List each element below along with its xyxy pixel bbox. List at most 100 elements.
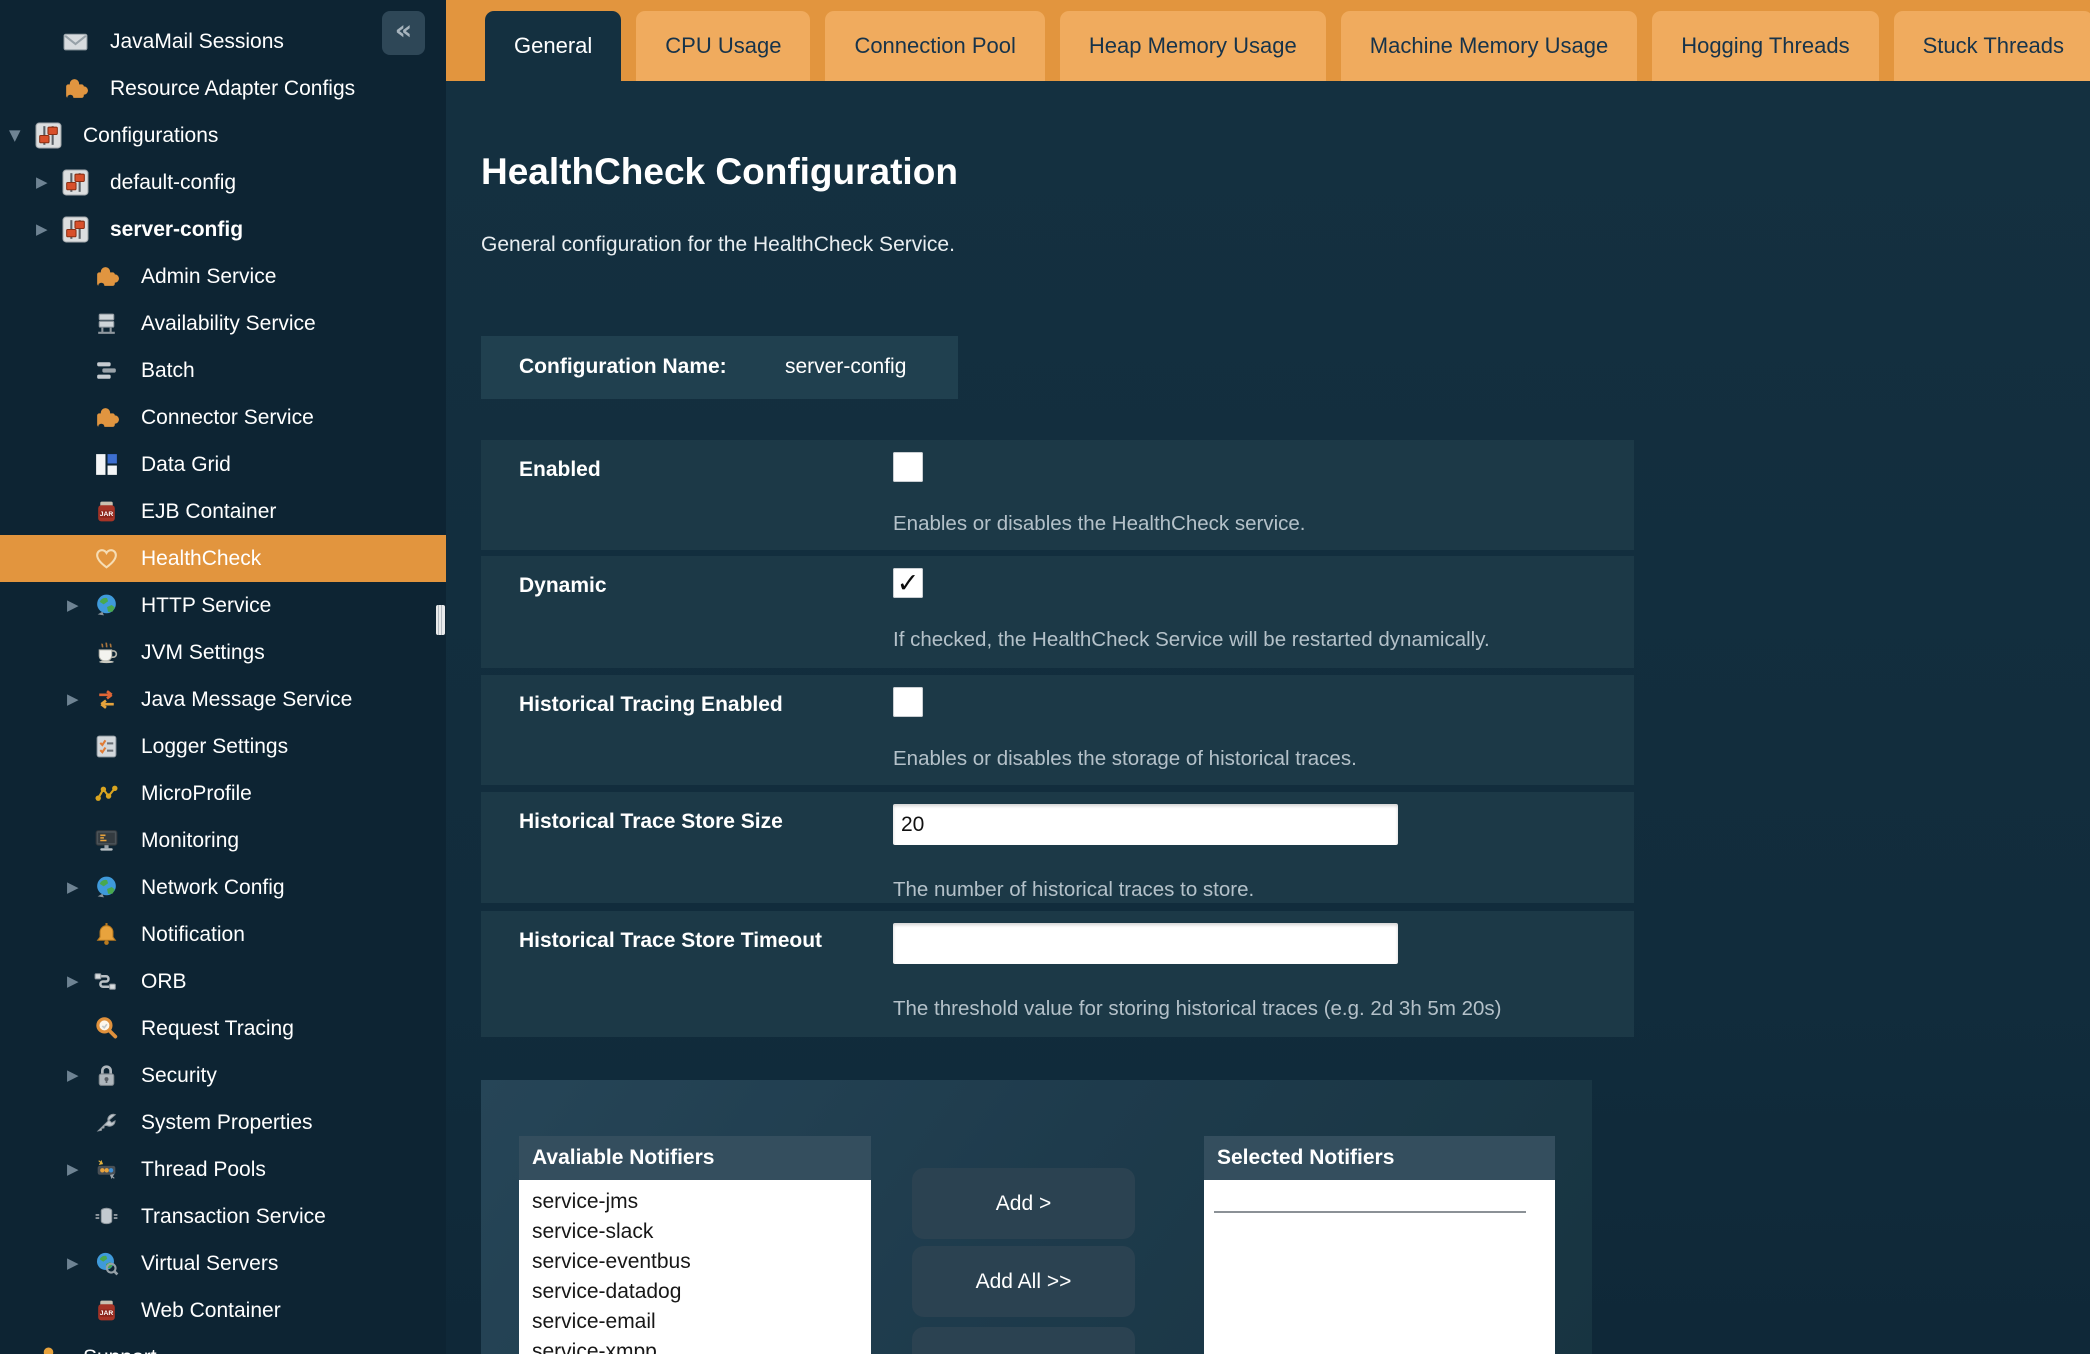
sidebar-item-ejb-container[interactable]: JAREJB Container: [0, 488, 446, 535]
sidebar-item-jvm-settings[interactable]: JVM Settings: [0, 629, 446, 676]
sidebar-item-label: Virtual Servers: [141, 1252, 278, 1276]
sidebar-item-microprofile[interactable]: MicroProfile: [0, 770, 446, 817]
sidebar-item-label: Thread Pools: [141, 1158, 266, 1182]
sidebar-item-notification[interactable]: Notification: [0, 911, 446, 958]
sidebar-item-transaction-service[interactable]: Transaction Service: [0, 1193, 446, 1240]
field-label: Enabled: [519, 458, 601, 482]
tab-cpu-usage[interactable]: CPU Usage: [636, 11, 810, 81]
expander-collapsed-icon[interactable]: ▶: [67, 1162, 79, 1177]
sidebar-item-resource-adapter-configs[interactable]: Resource Adapter Configs: [0, 65, 446, 112]
dynamic-checkbox[interactable]: ✓: [893, 568, 923, 598]
sidebar-item-virtual-servers[interactable]: ▶ Virtual Servers: [0, 1240, 446, 1287]
sidebar-item-thread-pools[interactable]: ▶ Thread Pools: [0, 1146, 446, 1193]
expander-collapsed-icon[interactable]: ▶: [67, 1068, 79, 1083]
config-icon: [35, 122, 62, 149]
sidebar-item-default-config[interactable]: ▶ default-config: [0, 159, 446, 206]
tab-connection-pool[interactable]: Connection Pool: [825, 11, 1044, 81]
historical-tracing-enabled-checkbox[interactable]: [893, 687, 923, 717]
form-row-historical-trace-store-timeout: Historical Trace Store Timeout The thresh…: [481, 911, 1634, 1037]
sidebar-collapse-button[interactable]: «: [382, 11, 425, 55]
add-all-button[interactable]: Add All >>: [912, 1246, 1135, 1317]
sidebar-item-http-service[interactable]: ▶HTTP Service: [0, 582, 446, 629]
selected-notifiers-list[interactable]: [1204, 1180, 1555, 1354]
field-label: Historical Trace Store Timeout: [519, 929, 822, 953]
notifier-option-service-email[interactable]: service-email: [519, 1307, 871, 1337]
form-row-historical-tracing-enabled: Historical Tracing EnabledEnables or dis…: [481, 675, 1634, 785]
available-notifiers-list[interactable]: service-jmsservice-slackservice-eventbus…: [519, 1180, 871, 1354]
tab-machine-memory-usage[interactable]: Machine Memory Usage: [1341, 11, 1637, 81]
transfer-button-partial[interactable]: [912, 1327, 1135, 1354]
sidebar-item-label: Monitoring: [141, 829, 239, 853]
grid-icon: [93, 451, 120, 478]
tab-general[interactable]: General: [485, 11, 621, 81]
sidebar-item-orb[interactable]: ▶ORB: [0, 958, 446, 1005]
notifier-option-service-datadog[interactable]: service-datadog: [519, 1277, 871, 1307]
tab-hogging-threads[interactable]: Hogging Threads: [1652, 11, 1878, 81]
notifier-option-service-eventbus[interactable]: service-eventbus: [519, 1247, 871, 1277]
sidebar-item-batch[interactable]: Batch: [0, 347, 446, 394]
expander-collapsed-icon[interactable]: ▶: [67, 880, 79, 895]
notifier-option-service-slack[interactable]: service-slack: [519, 1217, 871, 1247]
magnifier-icon: [93, 1015, 120, 1042]
notifiers-panel: Avaliable Notifiers service-jmsservice-s…: [481, 1080, 1592, 1354]
svg-text:JAR: JAR: [100, 1310, 114, 1317]
enabled-checkbox[interactable]: [893, 452, 923, 482]
sidebar-item-label: JVM Settings: [141, 641, 265, 665]
sidebar-item-label: default-config: [110, 171, 236, 195]
sidebar-item-label: Network Config: [141, 876, 285, 900]
sidebar-item-server-config[interactable]: ▶server-config: [0, 206, 446, 253]
sidebar-item-data-grid[interactable]: Data Grid: [0, 441, 446, 488]
server-icon: [93, 310, 120, 337]
sidebar-item-healthcheck[interactable]: HealthCheck: [0, 535, 446, 582]
sidebar-item-configurations[interactable]: ▼ Configurations: [0, 112, 446, 159]
sidebar-item-logger-settings[interactable]: Logger Settings: [0, 723, 446, 770]
config-icon: [62, 169, 89, 196]
sidebar-tree: JavaMail Sessions Resource Adapter Config…: [0, 18, 446, 1354]
historical-trace-store-size-input[interactable]: [893, 804, 1398, 845]
sidebar-item-javamail-sessions[interactable]: JavaMail Sessions: [0, 18, 446, 65]
sidebar-item-availability-service[interactable]: Availability Service: [0, 300, 446, 347]
expander-collapsed-icon[interactable]: ▶: [67, 598, 79, 613]
globe-icon: [93, 874, 120, 901]
sidebar-scrollbar-thumb[interactable]: [436, 605, 445, 635]
sidebar-item-java-message-service[interactable]: ▶Java Message Service: [0, 676, 446, 723]
expander-collapsed-icon[interactable]: ▶: [67, 692, 79, 707]
sidebar-item-label: JavaMail Sessions: [110, 30, 284, 54]
transaction-icon: [93, 1203, 120, 1230]
sidebar-item-network-config[interactable]: ▶ Network Config: [0, 864, 446, 911]
sidebar-item-admin-service[interactable]: Admin Service: [0, 253, 446, 300]
sidebar-item-label: Logger Settings: [141, 735, 288, 759]
notifier-option-service-xmpp[interactable]: service-xmpp: [519, 1337, 871, 1354]
sidebar-item-security[interactable]: ▶Security: [0, 1052, 446, 1099]
sidebar-item-support[interactable]: Support: [0, 1334, 446, 1354]
expander-collapsed-icon[interactable]: ▶: [67, 974, 79, 989]
field-help-text: The threshold value for storing historic…: [893, 997, 1501, 1021]
puzzle-icon: [93, 263, 120, 290]
sidebar-item-request-tracing[interactable]: Request Tracing: [0, 1005, 446, 1052]
field-label: Historical Trace Store Size: [519, 810, 783, 834]
main-panel: GeneralCPU UsageConnection PoolHeap Memo…: [446, 0, 2090, 1354]
jar-icon: JAR: [93, 498, 120, 525]
expander-collapsed-icon[interactable]: ▶: [36, 175, 48, 190]
sidebar-item-web-container[interactable]: JARWeb Container: [0, 1287, 446, 1334]
jar-icon: JAR: [93, 1297, 120, 1324]
globe-icon: [93, 592, 120, 619]
sidebar-item-system-properties[interactable]: System Properties: [0, 1099, 446, 1146]
notifier-option-service-jms[interactable]: service-jms: [519, 1187, 871, 1217]
historical-trace-store-timeout-input[interactable]: [893, 923, 1398, 964]
sidebar-item-connector-service[interactable]: Connector Service: [0, 394, 446, 441]
expander-collapsed-icon[interactable]: ▶: [36, 222, 48, 237]
sidebar-item-label: Configurations: [83, 124, 218, 148]
page-title: HealthCheck Configuration: [481, 151, 958, 193]
tab-stuck-threads[interactable]: Stuck Threads: [1894, 11, 2090, 81]
tab-heap-memory-usage[interactable]: Heap Memory Usage: [1060, 11, 1326, 81]
sidebar-item-label: Data Grid: [141, 453, 231, 477]
add-button[interactable]: Add >: [912, 1168, 1135, 1239]
person-icon: [35, 1344, 62, 1354]
wrench-icon: [93, 1109, 120, 1136]
cable-icon: [93, 968, 120, 995]
form-row-dynamic: Dynamic✓If checked, the HealthCheck Serv…: [481, 556, 1634, 668]
expander-collapsed-icon[interactable]: ▶: [67, 1256, 79, 1271]
sidebar-item-monitoring[interactable]: Monitoring: [0, 817, 446, 864]
expander-expanded-icon[interactable]: ▼: [9, 128, 21, 143]
